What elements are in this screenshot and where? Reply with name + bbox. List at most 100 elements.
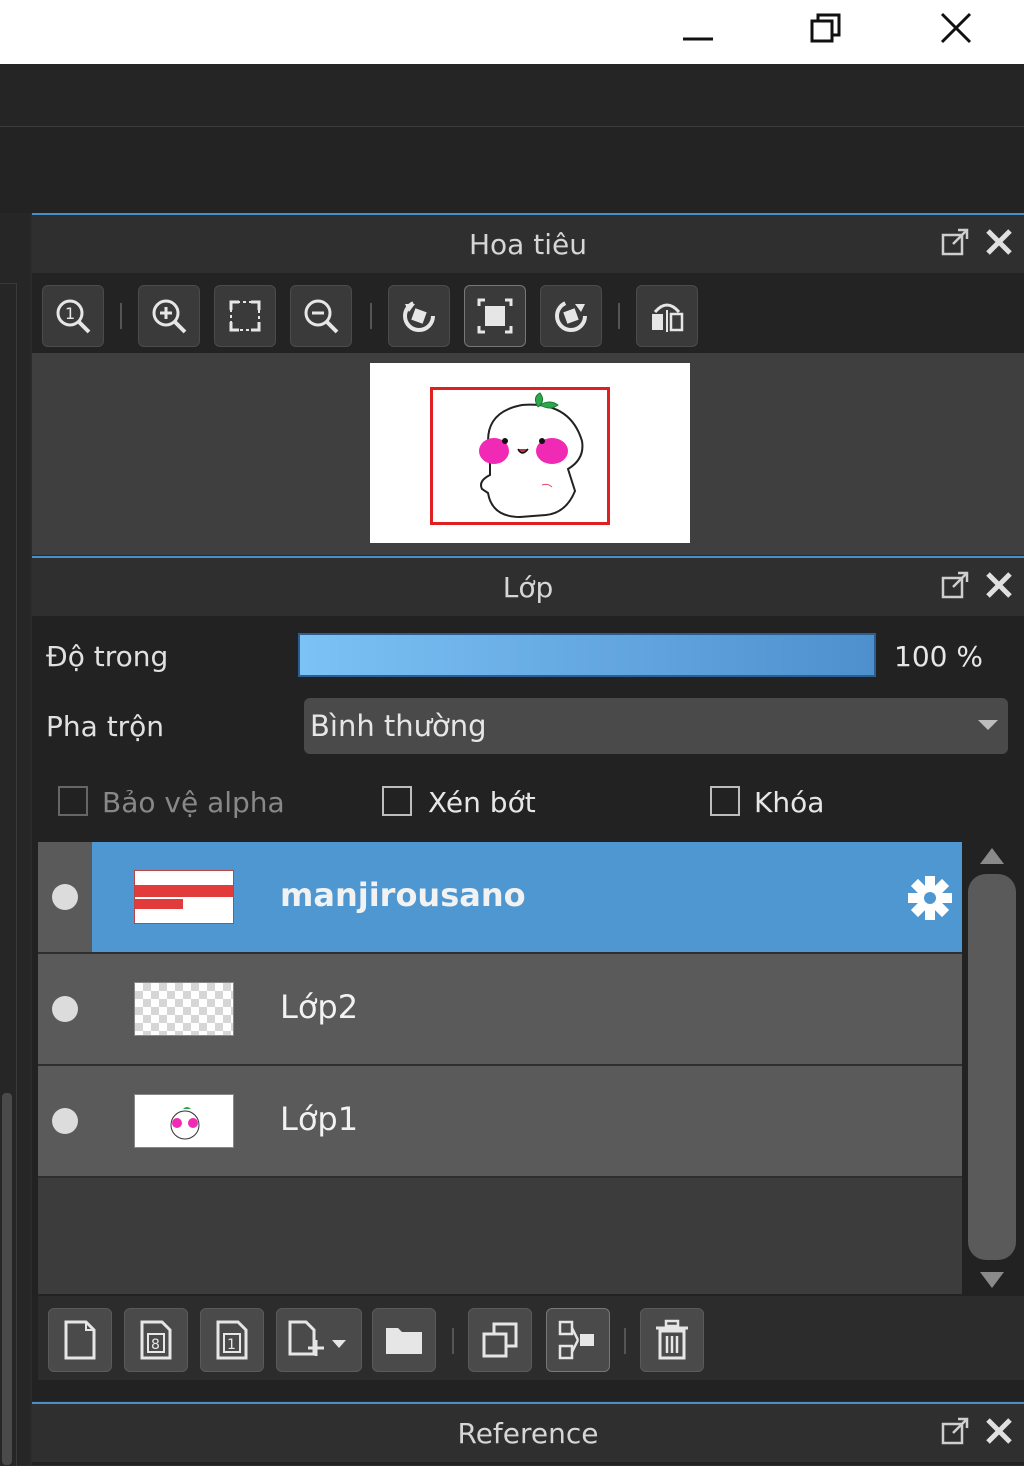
reference-panel: Reference bbox=[32, 1402, 1024, 1465]
rotate-right-button[interactable] bbox=[540, 285, 602, 347]
minimize-icon bbox=[683, 37, 713, 41]
new-folder-button[interactable] bbox=[372, 1308, 436, 1372]
blend-mode-select[interactable]: Bình thường bbox=[304, 698, 1008, 754]
layer-thumbnail bbox=[134, 1094, 234, 1148]
layer-row[interactable]: Lớp1 bbox=[38, 1066, 962, 1178]
opacity-label: Độ trong bbox=[46, 640, 169, 673]
add-layer-dropdown-button[interactable] bbox=[276, 1308, 362, 1372]
flip-icon bbox=[652, 303, 684, 332]
navigator-preview[interactable] bbox=[32, 353, 1024, 555]
flip-button[interactable] bbox=[636, 285, 698, 347]
popout-icon[interactable] bbox=[940, 227, 970, 257]
opacity-value: 100 % bbox=[894, 640, 983, 673]
layer-row[interactable]: Lớp2 bbox=[38, 954, 962, 1066]
protect-alpha-label: Bảo vệ alpha bbox=[102, 786, 285, 819]
layer-name: manjirousano bbox=[280, 876, 526, 914]
viewport-rectangle[interactable] bbox=[430, 387, 610, 525]
chevron-down-icon bbox=[978, 720, 998, 730]
window-title-bar bbox=[0, 0, 1024, 64]
new-layer-icon bbox=[64, 1320, 96, 1360]
navigator-header: Hoa tiêu bbox=[32, 213, 1024, 273]
scroll-up-icon[interactable] bbox=[980, 848, 1004, 864]
opacity-slider[interactable] bbox=[298, 633, 876, 677]
navigator-toolbar: 1 bbox=[32, 273, 1024, 353]
layer-thumbnail bbox=[134, 870, 234, 924]
close-panel-icon[interactable] bbox=[984, 1416, 1014, 1446]
fit-screen-button[interactable] bbox=[214, 285, 276, 347]
lock-checkbox[interactable] bbox=[710, 786, 740, 816]
layer-panel: Lớp Độ trong 100 % Pha trộn Bình thường … bbox=[32, 556, 1024, 1401]
visibility-toggle[interactable] bbox=[52, 996, 78, 1022]
svg-text:1: 1 bbox=[227, 1337, 236, 1353]
zoom-in-icon bbox=[152, 299, 187, 334]
blend-mode-value: Bình thường bbox=[310, 709, 487, 743]
reference-header: Reference bbox=[32, 1402, 1024, 1462]
rotate-left-button[interactable] bbox=[388, 285, 450, 347]
restore-icon bbox=[810, 13, 841, 43]
popout-icon[interactable] bbox=[940, 1416, 970, 1446]
blend-label: Pha trộn bbox=[46, 710, 165, 743]
preview-canvas bbox=[370, 363, 690, 543]
lock-label: Khóa bbox=[754, 786, 825, 819]
zoom-actual-icon: 1 bbox=[56, 299, 91, 334]
close-panel-icon[interactable] bbox=[984, 227, 1014, 257]
layer-title: Lớp bbox=[502, 570, 554, 604]
add-layer-dropdown-icon bbox=[288, 1320, 346, 1356]
scroll-down-icon[interactable] bbox=[980, 1272, 1004, 1288]
protect-alpha-checkbox[interactable] bbox=[58, 786, 88, 816]
rotate-right-icon bbox=[555, 300, 587, 332]
close-window-button[interactable] bbox=[916, 0, 996, 56]
scroll-thumb[interactable] bbox=[968, 874, 1016, 1260]
clip-checkbox[interactable] bbox=[382, 786, 412, 816]
zoom-out-icon bbox=[304, 299, 339, 334]
layer-header: Lớp bbox=[32, 556, 1024, 616]
duplicate-layer-button[interactable] bbox=[468, 1308, 532, 1372]
merge-layer-button[interactable] bbox=[546, 1308, 610, 1372]
delete-icon bbox=[656, 1319, 688, 1360]
visibility-toggle[interactable] bbox=[52, 884, 78, 910]
layer-name: Lớp2 bbox=[280, 988, 359, 1026]
separator bbox=[370, 303, 372, 329]
popout-icon[interactable] bbox=[940, 570, 970, 600]
layer-toolbar: 8 1 bbox=[38, 1296, 1024, 1380]
separator bbox=[618, 303, 620, 329]
layer-row[interactable]: manjirousano bbox=[38, 842, 962, 954]
close-icon bbox=[940, 12, 972, 44]
zoom-actual-button[interactable]: 1 bbox=[42, 285, 104, 347]
minimize-button[interactable] bbox=[658, 0, 738, 56]
svg-text:1: 1 bbox=[65, 304, 75, 323]
canvas-scrollbar[interactable] bbox=[2, 1093, 12, 1465]
reset-view-button[interactable] bbox=[464, 285, 526, 347]
reset-view-icon bbox=[477, 298, 513, 334]
separator bbox=[624, 1328, 626, 1354]
new-1bit-layer-icon: 1 bbox=[216, 1320, 248, 1360]
reference-title: Reference bbox=[457, 1416, 599, 1450]
layer-list: manjirousano Lớp2 Lớp1 bbox=[38, 842, 962, 1294]
restore-button[interactable] bbox=[786, 0, 866, 56]
new-8bit-layer-icon: 8 bbox=[140, 1320, 172, 1360]
new-8bit-layer-button[interactable]: 8 bbox=[124, 1308, 188, 1372]
separator bbox=[120, 303, 122, 329]
menu-bar bbox=[0, 64, 1024, 127]
toolbar bbox=[0, 127, 1024, 213]
delete-layer-button[interactable] bbox=[640, 1308, 704, 1372]
clip-label: Xén bớt bbox=[428, 786, 536, 819]
new-layer-button[interactable] bbox=[48, 1308, 112, 1372]
merge-icon bbox=[558, 1320, 594, 1360]
zoom-in-button[interactable] bbox=[138, 285, 200, 347]
zoom-out-button[interactable] bbox=[290, 285, 352, 347]
new-1bit-layer-button[interactable]: 1 bbox=[200, 1308, 264, 1372]
duplicate-icon bbox=[482, 1322, 518, 1358]
separator bbox=[452, 1328, 454, 1354]
folder-icon bbox=[386, 1328, 422, 1354]
close-panel-icon[interactable] bbox=[984, 570, 1014, 600]
layer-scrollbar[interactable] bbox=[966, 842, 1018, 1294]
navigator-panel: Hoa tiêu 1 bbox=[32, 213, 1024, 555]
svg-text:8: 8 bbox=[151, 1337, 160, 1353]
gear-icon[interactable] bbox=[904, 872, 956, 928]
layer-thumbnail bbox=[134, 982, 234, 1036]
rotate-left-icon bbox=[403, 300, 435, 332]
navigator-title: Hoa tiêu bbox=[469, 227, 587, 261]
layer-name: Lớp1 bbox=[280, 1100, 359, 1138]
visibility-toggle[interactable] bbox=[52, 1108, 78, 1134]
